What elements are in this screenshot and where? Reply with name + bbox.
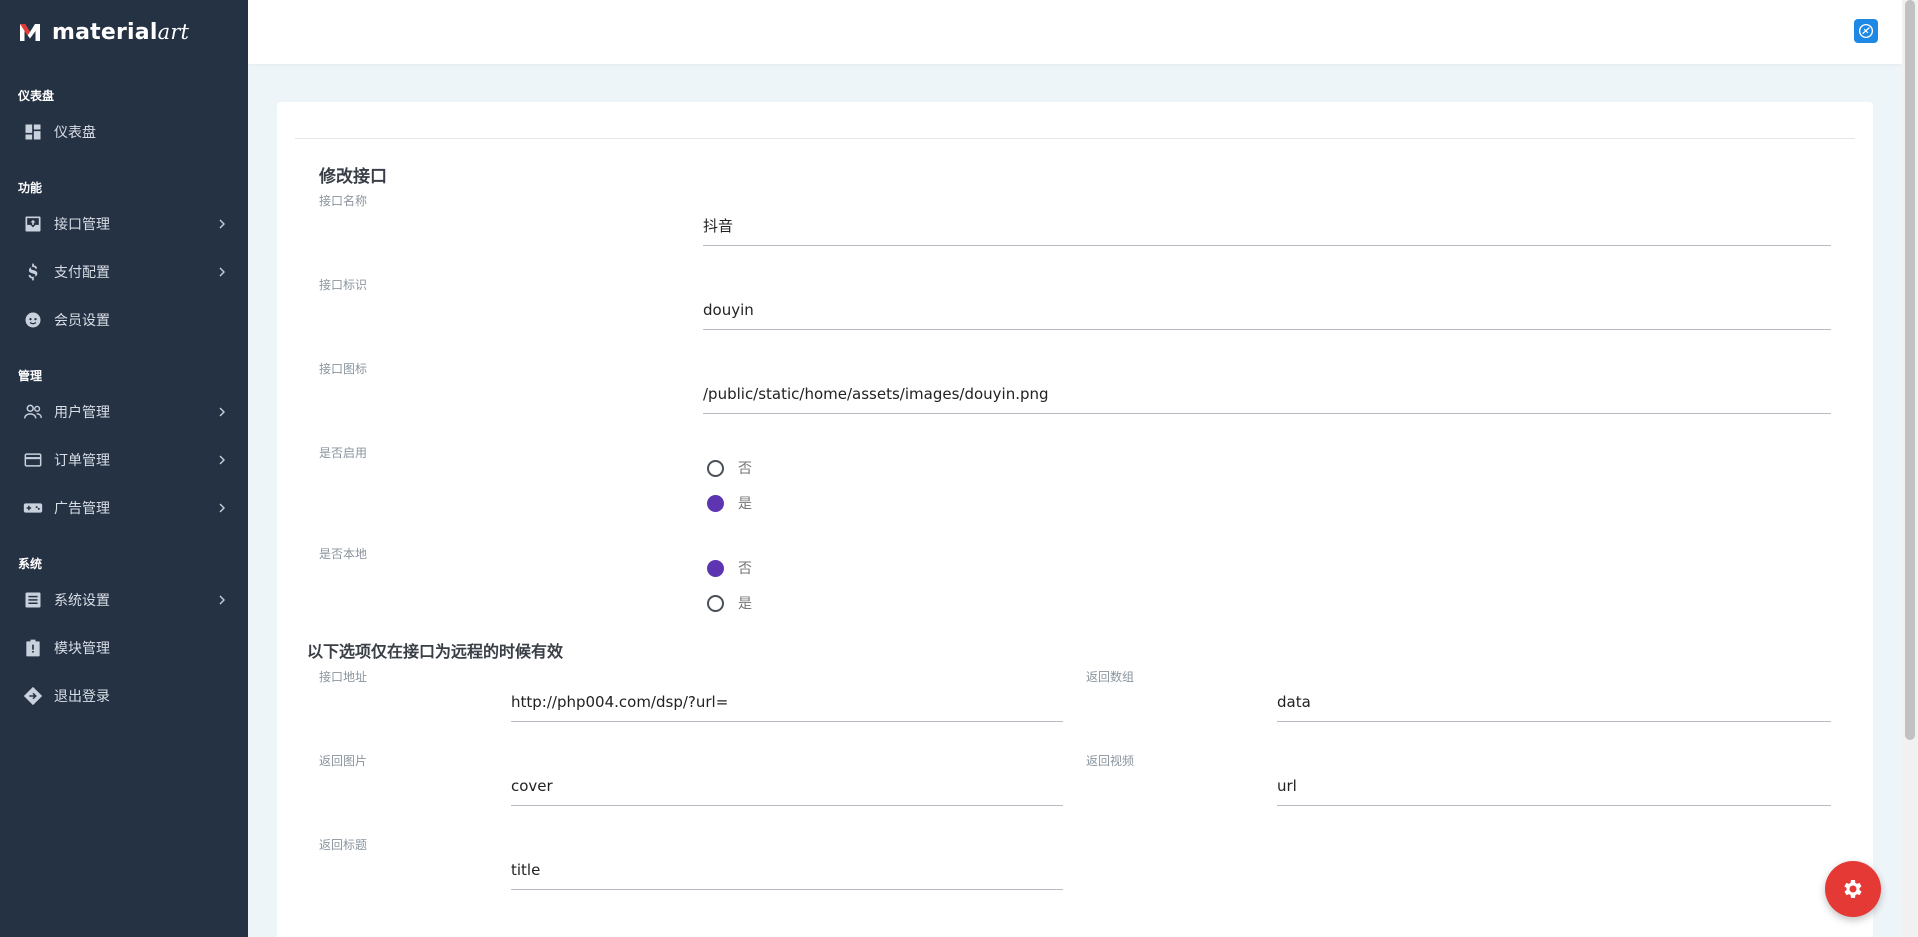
list-icon <box>22 589 44 611</box>
sidebar-item-payment-config[interactable]: 支付配置 <box>0 248 248 296</box>
api-url-label: 接口地址 <box>319 670 368 684</box>
enabled-radio-no[interactable]: 否 <box>707 458 752 478</box>
sidebar-item-label: 广告管理 <box>54 501 110 517</box>
nav-section-system: 系统 <box>18 557 43 571</box>
chevron-right-icon <box>219 219 225 229</box>
local-label: 是否本地 <box>319 547 368 561</box>
sidebar-item-label: 接口管理 <box>54 217 110 233</box>
face-icon <box>22 309 44 331</box>
remote-section-title: 以下选项仅在接口为远程的时候有效 <box>307 642 564 661</box>
sidebar-item-dashboard[interactable]: 仪表盘 <box>0 108 248 156</box>
return-video-field[interactable]: url <box>1277 766 1831 806</box>
radio-label: 否 <box>738 461 752 477</box>
nav-section-features: 功能 <box>18 181 43 195</box>
sidebar-item-label: 会员设置 <box>54 313 110 329</box>
enabled-label: 是否启用 <box>319 446 368 460</box>
chevron-right-icon <box>219 503 225 513</box>
card-divider <box>295 138 1855 139</box>
gear-icon <box>1844 880 1862 898</box>
return-image-field-value: cover <box>511 776 553 795</box>
nav-section-dashboard: 仪表盘 <box>18 89 55 103</box>
dollar-icon <box>22 261 44 283</box>
chevron-right-icon <box>219 595 225 605</box>
chevron-right-icon <box>219 455 225 465</box>
radio-unchecked-icon <box>707 594 724 612</box>
return-video-field-value: url <box>1277 776 1297 795</box>
sidebar-item-api-management[interactable]: 接口管理 <box>0 200 248 248</box>
dashboard-icon <box>22 121 44 143</box>
name-field[interactable]: 抖音 <box>703 206 1831 246</box>
sidebar-item-label: 订单管理 <box>54 453 110 469</box>
sidebar-item-logout[interactable]: 退出登录 <box>0 672 248 720</box>
sidebar-item-label: 仪表盘 <box>54 125 96 141</box>
name-label: 接口名称 <box>319 194 368 208</box>
edit-api-card: 修改接口 接口名称 抖音 接口标识 douyin 接口图标 /public/st… <box>277 102 1873 937</box>
return-title-field[interactable]: title <box>511 850 1063 890</box>
page-scrollbar[interactable] <box>1902 0 1918 937</box>
identifier-label: 接口标识 <box>319 278 368 292</box>
nav-section-admin: 管理 <box>18 369 43 383</box>
sidebar-item-user-management[interactable]: 用户管理 <box>0 388 248 436</box>
sidebar-item-member-settings[interactable]: 会员设置 <box>0 296 248 344</box>
return-title-label: 返回标题 <box>319 838 368 852</box>
form-title: 修改接口 <box>319 167 387 187</box>
radio-label: 是 <box>738 596 752 612</box>
name-field-value: 抖音 <box>703 217 734 235</box>
clipboard-icon <box>22 637 44 659</box>
sidebar-item-module-management[interactable]: 模块管理 <box>0 624 248 672</box>
sidebar-item-label: 用户管理 <box>54 405 110 421</box>
sidebar-item-label: 系统设置 <box>54 593 110 609</box>
icon-path-field-value: /public/static/home/assets/images/douyin… <box>703 384 1049 403</box>
user-avatar-button[interactable] <box>1854 19 1878 43</box>
local-radio-no[interactable]: 否 <box>707 558 752 578</box>
radio-label: 否 <box>738 561 752 577</box>
logo-icon <box>20 24 40 41</box>
api-url-field-value: http://php004.com/dsp/?url= <box>511 692 729 711</box>
identifier-field-value: douyin <box>703 300 754 319</box>
identifier-field[interactable]: douyin <box>703 290 1831 330</box>
brand-name: materialart <box>52 19 190 45</box>
sidebar-item-ad-management[interactable]: 广告管理 <box>0 484 248 532</box>
icon-path-label: 接口图标 <box>319 362 368 376</box>
chevron-right-icon <box>219 407 225 417</box>
sidebar-item-label: 退出登录 <box>54 689 110 705</box>
scrollbar-thumb[interactable] <box>1905 0 1915 740</box>
profile-icon <box>1858 23 1874 39</box>
return-array-label: 返回数组 <box>1086 670 1135 684</box>
sidebar-item-label: 模块管理 <box>54 641 110 657</box>
return-array-field[interactable]: data <box>1277 682 1831 722</box>
return-array-field-value: data <box>1277 692 1311 711</box>
gamepad-icon <box>22 497 44 519</box>
sidebar: materialart 仪表盘 仪表盘 功能 接口管理 支付配置 会员设置 管理 <box>0 0 248 937</box>
chevron-right-icon <box>219 267 225 277</box>
sidebar-item-order-management[interactable]: 订单管理 <box>0 436 248 484</box>
top-bar <box>248 0 1902 64</box>
enabled-radio-yes[interactable]: 是 <box>707 493 752 513</box>
users-icon <box>22 401 44 423</box>
exit-icon <box>22 685 44 707</box>
local-radio-yes[interactable]: 是 <box>707 593 752 613</box>
sidebar-item-system-settings[interactable]: 系统设置 <box>0 576 248 624</box>
brand-logo[interactable]: materialart <box>0 0 248 64</box>
return-video-label: 返回视频 <box>1086 754 1135 768</box>
icon-path-field[interactable]: /public/static/home/assets/images/douyin… <box>703 374 1831 414</box>
settings-fab-button[interactable] <box>1825 861 1881 917</box>
return-image-field[interactable]: cover <box>511 766 1063 806</box>
return-image-label: 返回图片 <box>319 754 368 768</box>
api-url-field[interactable]: http://php004.com/dsp/?url= <box>511 682 1063 722</box>
radio-label: 是 <box>738 496 752 512</box>
inbox-icon <box>22 213 44 235</box>
radio-checked-icon <box>707 494 724 512</box>
return-title-field-value: title <box>511 860 541 879</box>
radio-unchecked-icon <box>707 459 724 477</box>
credit-card-icon <box>22 449 44 471</box>
sidebar-item-label: 支付配置 <box>54 265 110 281</box>
radio-checked-icon <box>707 559 724 577</box>
